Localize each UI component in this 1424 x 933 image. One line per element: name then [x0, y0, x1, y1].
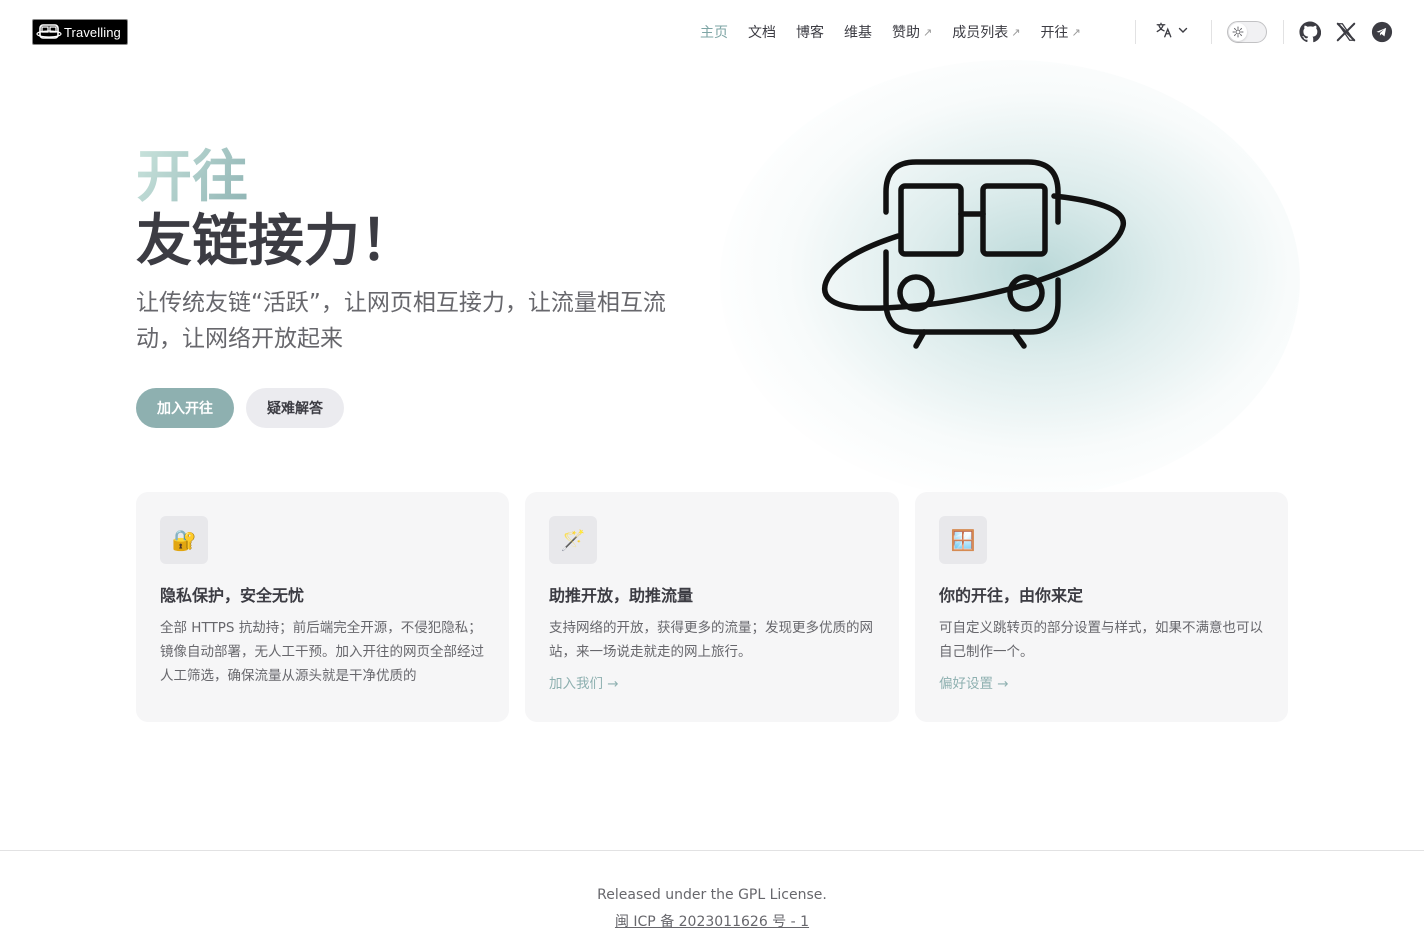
hero-name: 开往 [136, 145, 248, 210]
chevron-down-icon [1178, 27, 1188, 33]
nav-item-label: 博客 [796, 25, 824, 41]
magic-wand-icon: 🪄 [549, 516, 597, 564]
feature-title: 助推开放，助推流量 [549, 586, 694, 605]
feature-title: 隐私保护，安全无忧 [160, 586, 305, 605]
train-illustration [818, 152, 1130, 358]
feature-details: 可自定义跳转页的部分设置与样式，如果不满意也可以自己制作一个。 [939, 620, 1263, 660]
site-logo[interactable]: Travelling [32, 19, 128, 45]
telegram-icon [1371, 21, 1393, 43]
x-link[interactable] [1335, 21, 1357, 43]
feature-details: 全部 HTTPS 抗劫持；前后端完全开源，不侵犯隐私；镜像自动部署，无人工干预。… [160, 620, 484, 684]
nav-item-home[interactable]: 主页 [700, 22, 728, 42]
nav-item-blog[interactable]: 博客 [796, 22, 824, 42]
footer-message: Released under the GPL License. [597, 887, 827, 903]
sun-icon [1232, 26, 1244, 38]
logo-text: Travelling [64, 24, 121, 40]
join-button[interactable]: 加入开往 [136, 388, 234, 428]
feature-details: 支持网络的开放，获得更多的流量；发现更多优质的网站，来一场说走就走的网上旅行。 [549, 620, 873, 660]
train-logo-icon [36, 24, 62, 39]
nav-item-sponsor[interactable]: 赞助 ↗ [892, 22, 932, 42]
translate-icon [1156, 22, 1172, 38]
nav-divider [1211, 20, 1212, 44]
nav-divider [1283, 20, 1284, 44]
icp-link[interactable]: 闽 ICP 备 2023011626 号 - 1 [615, 914, 809, 930]
telegram-link[interactable] [1371, 21, 1393, 43]
feature-card-privacy: 🔐 隐私保护，安全无忧 全部 HTTPS 抗劫持；前后端完全开源，不侵犯隐私；镜… [136, 492, 509, 722]
hero-title: 友链接力！ [136, 209, 416, 274]
nav-menu: 主页 文档 博客 维基 赞助 ↗ 成员列表 ↗ 开往 ↗ [700, 20, 1101, 44]
toggle-knob [1229, 23, 1247, 41]
github-link[interactable] [1299, 21, 1322, 43]
train-logo-icon [822, 159, 1126, 349]
nav-item-label: 主页 [700, 25, 728, 41]
footer: Released under the GPL License. 闽 ICP 备 … [0, 850, 1424, 933]
top-nav: Travelling 主页 文档 博客 维基 赞助 ↗ 成员列表 ↗ 开往 ↗ [0, 0, 1424, 64]
nav-item-label: 文档 [748, 25, 776, 41]
feature-title: 你的开往，由你来定 [939, 586, 1084, 605]
faq-button[interactable]: 疑难解答 [246, 388, 344, 428]
external-link-icon: ↗ [1011, 25, 1021, 39]
external-link-icon: ↗ [1071, 25, 1081, 39]
nav-divider [1135, 20, 1136, 44]
preferences-link[interactable]: 偏好设置 → [939, 672, 1009, 692]
theme-toggle[interactable] [1227, 21, 1267, 43]
nav-item-members[interactable]: 成员列表 ↗ [952, 22, 1020, 42]
nav-item-wiki[interactable]: 维基 [844, 22, 872, 42]
external-link-icon: ↗ [923, 25, 933, 39]
window-icon: 🪟 [939, 516, 987, 564]
x-icon [1336, 22, 1356, 42]
github-icon [1299, 21, 1322, 43]
feature-card-custom: 🪟 你的开往，由你来定 可自定义跳转页的部分设置与样式，如果不满意也可以自己制作… [915, 492, 1288, 722]
lock-key-icon: 🔐 [160, 516, 208, 564]
language-switcher[interactable] [1155, 21, 1189, 39]
nav-item-label: 成员列表 [952, 25, 1009, 41]
hero-tagline: 让传统友链“活跃”，让网页相互接力，让流量相互流动，让网络开放起来 [136, 290, 666, 352]
nav-item-docs[interactable]: 文档 [748, 22, 776, 42]
footer-copyright: 闽 ICP 备 2023011626 号 - 1 [0, 911, 1424, 931]
nav-item-label: 赞助 [892, 25, 920, 41]
join-us-link[interactable]: 加入我们 → [549, 672, 619, 692]
nav-item-travel[interactable]: 开往 ↗ [1040, 22, 1080, 42]
nav-item-label: 维基 [844, 25, 872, 41]
nav-item-label: 开往 [1040, 25, 1069, 41]
feature-card-open: 🪄 助推开放，助推流量 支持网络的开放，获得更多的流量；发现更多优质的网站，来一… [525, 492, 899, 722]
